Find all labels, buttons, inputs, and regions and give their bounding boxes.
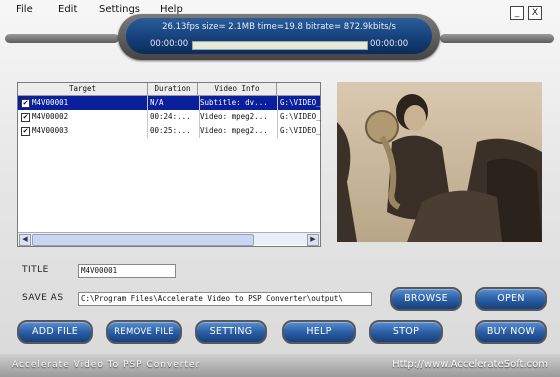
buy-now-button[interactable]: BUY NOW [475,320,547,344]
right-decor-bar [440,34,554,43]
cell-duration: 00:24:... [148,110,200,124]
menu-settings[interactable]: Settings [99,4,140,15]
title-label: Title [22,265,49,275]
row-checkbox[interactable]: ✔ [21,113,30,122]
menu-file[interactable]: File [16,4,33,15]
close-button[interactable]: X [528,6,542,20]
horizontal-scrollbar[interactable]: ◀ ▶ [18,232,320,246]
browse-button[interactable]: BROWSE [390,287,462,311]
table-header: Target Duration Video Info [18,83,320,96]
app-window: File Edit Settings Help _ X 26.13fps siz… [0,0,560,377]
scrollbar-thumb[interactable] [32,234,254,246]
cell-video-info: Subtitle: dv... [198,96,278,110]
column-header-duration[interactable]: Duration [148,83,198,95]
conversion-status-text: 26.13fps size= 2.1MB time=19.8 bitrate= … [162,22,396,32]
website-link[interactable]: Http://www.AccelerateSoft.com [392,359,548,370]
setting-button[interactable]: SETTING [195,320,267,344]
cell-path: G:\VIDEO_ [280,98,321,107]
footer-bar: Accelerate Video To PSP Converter Http:/… [0,354,560,377]
save-as-label: Save As [22,293,64,303]
table-row[interactable]: ✔ M4V00003 00:25:... Video: mpeg2... G:\… [18,124,321,138]
row-checkbox[interactable]: ✔ [21,99,30,108]
cell-target: M4V00002 [32,110,148,124]
cell-duration: N/A [148,96,200,110]
stop-button[interactable]: STOP [369,320,443,344]
column-header-path[interactable] [277,83,320,95]
table-row[interactable]: ✔ M4V00001 N/A Subtitle: dv... G:\VIDEO_ [18,96,321,110]
cell-video-info: Video: mpeg2... [198,124,278,138]
preview-image [337,82,542,242]
video-preview [337,82,542,242]
total-time: 00:00:00 [370,39,409,49]
app-name: Accelerate Video To PSP Converter [12,360,201,370]
cell-target: M4V00001 [32,96,148,110]
minimize-button[interactable]: _ [510,6,524,20]
file-list-table: Target Duration Video Info ✔ M4V00001 N/… [17,82,321,247]
save-as-input[interactable]: C:\Program Files\Accelerate Video to PSP… [78,292,372,306]
menu-edit[interactable]: Edit [58,4,77,15]
cell-target: M4V00003 [32,124,148,138]
cell-path: G:\VIDEO_ [280,126,321,135]
remove-file-button[interactable]: REMOVE FILE [106,320,182,344]
elapsed-time: 00:00:00 [150,39,189,49]
table-row[interactable]: ✔ M4V00002 00:24:... Video: mpeg2... G:\… [18,110,321,124]
row-checkbox[interactable]: ✔ [21,127,30,136]
column-header-video-info[interactable]: Video Info [198,83,277,95]
scroll-right-icon[interactable]: ▶ [307,234,319,246]
open-button[interactable]: OPEN [475,287,547,311]
conversion-progress-bar [192,41,368,50]
left-decor-bar [5,34,119,43]
scroll-left-icon[interactable]: ◀ [19,234,31,246]
column-header-target[interactable]: Target [18,83,148,95]
cell-path: G:\VIDEO_ [280,112,321,121]
add-file-button[interactable]: ADD FILE [17,320,93,344]
cell-video-info: Video: mpeg2... [198,110,278,124]
title-input[interactable]: M4V00001 [78,264,176,278]
cell-duration: 00:25:... [148,124,200,138]
help-button[interactable]: HELP [282,320,356,344]
